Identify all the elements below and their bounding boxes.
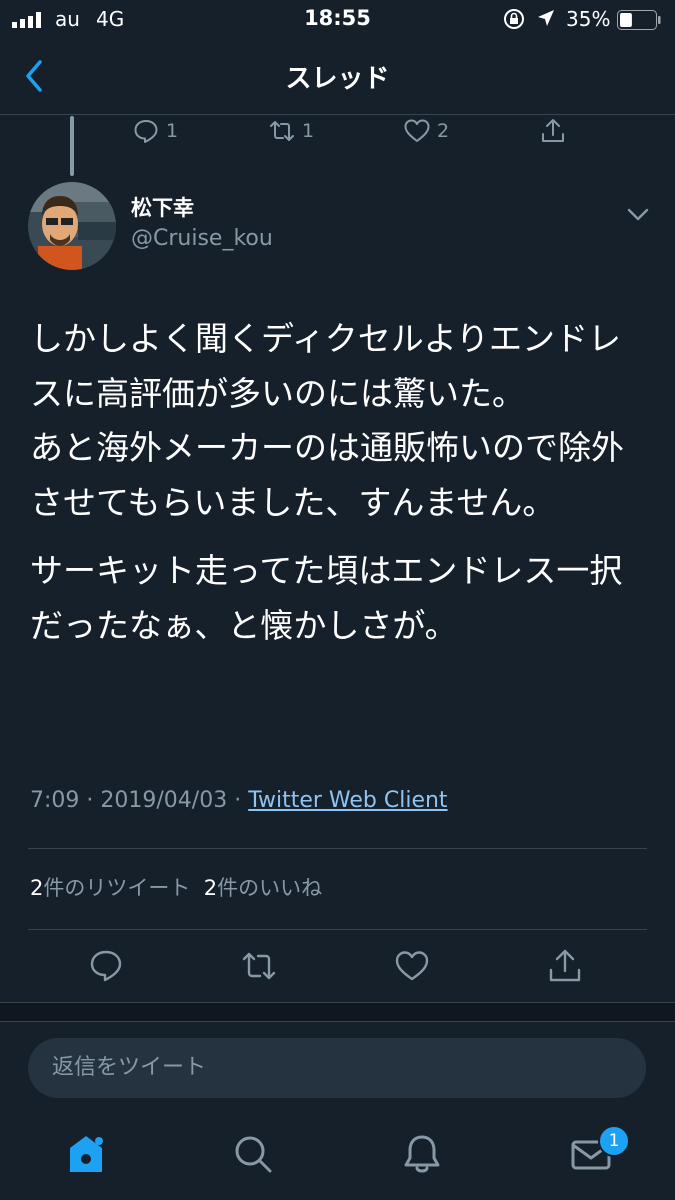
messages-badge: 1 xyxy=(598,1125,630,1157)
prev-reply-button[interactable]: 1 xyxy=(132,116,178,146)
like-label: 件のいいね xyxy=(217,876,323,900)
retweet-label: 件のリツイート xyxy=(43,876,191,900)
location-arrow-icon xyxy=(538,10,554,26)
retweets-stat[interactable]: 2件のリツイート xyxy=(30,876,190,900)
prev-like-count: 2 xyxy=(437,120,450,142)
prev-retweet-button[interactable]: 1 xyxy=(268,116,314,146)
orientation-lock-icon xyxy=(504,9,524,29)
retweet-count: 2 xyxy=(30,876,44,900)
prev-reply-count: 1 xyxy=(166,120,179,142)
heart-icon xyxy=(404,119,430,142)
retweet-button[interactable] xyxy=(241,948,277,984)
prev-like-button[interactable]: 2 xyxy=(403,116,449,146)
tweet-paragraph: しかしよく聞くディクセルよりエンドレスに高評価が多いのには驚いた。 あと海外メー… xyxy=(30,319,624,522)
tweet-text: しかしよく聞くディクセルよりエンドレスに高評価が多いのには驚いた。 あと海外メー… xyxy=(30,312,645,653)
author-name[interactable]: 松下幸 xyxy=(131,192,194,222)
avatar[interactable] xyxy=(28,182,116,270)
share-button[interactable] xyxy=(547,948,583,984)
share-icon xyxy=(542,119,564,142)
tweet-client-link[interactable]: Twitter Web Client xyxy=(248,788,447,813)
like-count: 2 xyxy=(203,876,218,900)
divider xyxy=(0,1021,675,1022)
tweet-stats: 2件のリツイート 2件のいいね xyxy=(30,872,322,902)
tweet-date: 2019/04/03 xyxy=(100,788,228,813)
reply-button[interactable] xyxy=(88,948,124,984)
prev-retweet-count: 1 xyxy=(302,120,315,142)
tweet-meta: 7:09 · 2019/04/03 · Twitter Web Client xyxy=(30,788,448,813)
status-bar: au 4G 18:55 35% xyxy=(0,0,675,40)
nav-divider xyxy=(0,114,675,115)
prev-share-button[interactable] xyxy=(539,116,573,146)
like-button[interactable] xyxy=(394,948,430,984)
tweet-time: 7:09 xyxy=(30,788,80,813)
retweet-icon xyxy=(270,121,294,141)
section-gap xyxy=(0,1003,675,1021)
home-tab[interactable] xyxy=(64,1132,108,1176)
notifications-tab[interactable] xyxy=(400,1132,444,1176)
chevron-down-icon[interactable] xyxy=(624,200,652,228)
battery-percent: 35% xyxy=(566,7,611,31)
author-handle[interactable]: @Cruise_kou xyxy=(131,226,273,251)
tweet-paragraph: サーキット走ってた頃はエンドレス一択だったなぁ、と懐かしさが。 xyxy=(30,551,623,645)
reply-input[interactable]: 返信をツイート xyxy=(28,1038,646,1098)
reply-icon xyxy=(134,120,158,143)
thread-connector xyxy=(70,116,74,176)
likes-stat[interactable]: 2件のいいね xyxy=(204,876,322,900)
divider xyxy=(28,848,647,849)
divider xyxy=(28,929,647,930)
battery-icon xyxy=(617,10,661,30)
page-title: スレッド xyxy=(285,64,390,94)
search-tab[interactable] xyxy=(231,1132,275,1176)
